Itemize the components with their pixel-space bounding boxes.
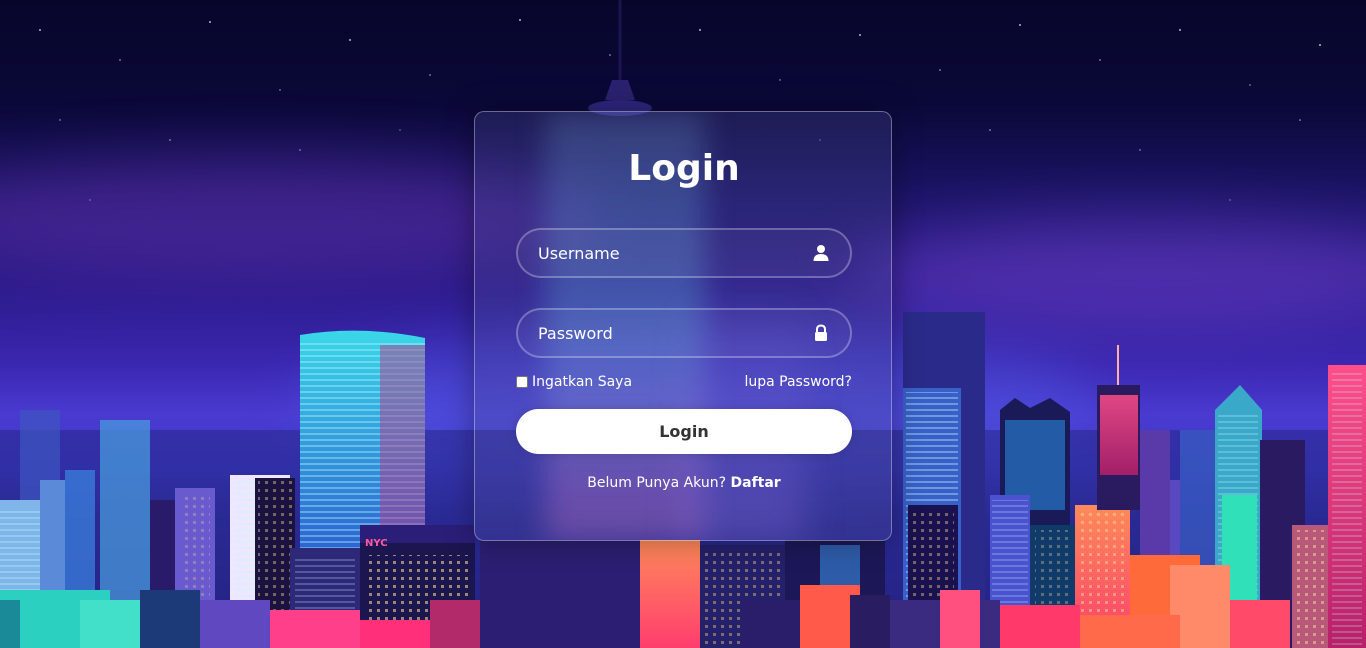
login-button[interactable]: Login: [516, 409, 852, 454]
login-title: Login: [628, 148, 740, 189]
remember-row: Ingatkan Saya lupa Password?: [516, 374, 852, 394]
remember-me[interactable]: Ingatkan Saya: [516, 374, 632, 390]
remember-checkbox[interactable]: [516, 376, 528, 388]
user-icon: [813, 245, 829, 261]
register-link[interactable]: Daftar: [731, 475, 781, 491]
nyc-sign: NYC: [365, 538, 388, 549]
username-input[interactable]: [518, 230, 850, 276]
lock-icon: [815, 324, 827, 341]
register-prompt: Belum Punya Akun? Daftar: [475, 475, 891, 491]
remember-label: Ingatkan Saya: [532, 374, 633, 390]
password-input[interactable]: [518, 310, 850, 356]
username-field[interactable]: [516, 228, 852, 278]
forgot-password-link[interactable]: lupa Password?: [744, 374, 852, 390]
register-text: Belum Punya Akun?: [587, 475, 731, 491]
password-field[interactable]: [516, 308, 852, 358]
login-card: Login Ingatkan Saya lupa Password? Login…: [474, 111, 892, 541]
